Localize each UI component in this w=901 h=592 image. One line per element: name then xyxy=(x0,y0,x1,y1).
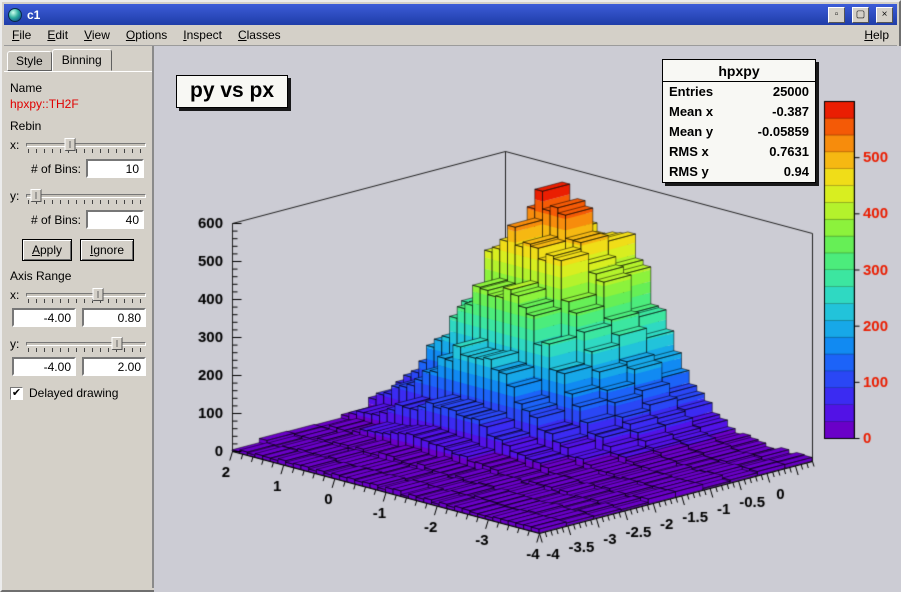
slider-rail xyxy=(26,342,146,346)
maximize-button[interactable]: ▢ xyxy=(852,7,869,23)
slider-ticks xyxy=(28,348,144,352)
editor-tabbar: Style Binning xyxy=(4,46,152,71)
axis-range-x-slider-thumb[interactable] xyxy=(93,288,104,301)
slider-rail xyxy=(26,194,146,198)
slider-rail xyxy=(26,143,146,147)
axis-range-x-min-input[interactable] xyxy=(12,308,76,327)
window-title: c1 xyxy=(27,8,821,22)
menu-file[interactable]: File xyxy=(4,25,39,45)
tab-style-label: Style xyxy=(16,54,43,68)
delayed-drawing-label: Delayed drawing xyxy=(29,386,118,400)
name-label: Name xyxy=(10,81,146,95)
rebin-x-bins-input[interactable] xyxy=(86,159,144,178)
editor-panel: Style Binning Name hpxpy::TH2F Rebin x: … xyxy=(4,46,154,588)
binning-tab-content: Name hpxpy::TH2F Rebin x: # of Bins: y: xyxy=(4,71,152,400)
tab-style[interactable]: Style xyxy=(7,51,52,71)
menu-inspect[interactable]: Inspect xyxy=(175,25,230,45)
delayed-drawing-checkbox[interactable]: ✔ xyxy=(10,387,23,400)
stats-row: Mean x-0.387 xyxy=(663,102,815,122)
stats-row: RMS x0.7631 xyxy=(663,142,815,162)
stats-box[interactable]: hpxpy Entries25000 Mean x-0.387 Mean y-0… xyxy=(662,59,816,183)
rebin-x-bins-label: # of Bins: xyxy=(31,162,81,176)
axis-range-y-max-input[interactable] xyxy=(82,357,146,376)
minimize-button[interactable]: ▫ xyxy=(828,7,845,23)
axis-range-x-slider[interactable] xyxy=(26,286,146,304)
close-button[interactable]: × xyxy=(876,7,893,23)
slider-ticks xyxy=(28,299,144,303)
menu-options[interactable]: Options xyxy=(118,25,175,45)
ignore-button[interactable]: Ignore xyxy=(80,239,134,261)
axis-range-x-label: x: xyxy=(10,288,22,302)
root-canvas-window: c1 ▫ ▢ × File Edit View Options Inspect … xyxy=(0,0,901,592)
rebin-y-slider[interactable] xyxy=(26,187,146,205)
axis-range-y-slider[interactable] xyxy=(26,335,146,353)
menu-help[interactable]: Help xyxy=(856,25,897,45)
app-icon xyxy=(8,8,22,22)
axis-range-y-min-input[interactable] xyxy=(12,357,76,376)
menu-view[interactable]: View xyxy=(76,25,118,45)
rebin-y-slider-thumb[interactable] xyxy=(30,189,41,202)
canvas-frame: py vs px hpxpy Entries25000 Mean x-0.387… xyxy=(154,46,897,588)
slider-rail xyxy=(26,293,146,297)
axis-range-y-slider-thumb[interactable] xyxy=(112,337,123,350)
axis-range-y-label: y: xyxy=(10,337,22,351)
axis-range-section-label: Axis Range xyxy=(10,269,146,283)
checkmark-icon: ✔ xyxy=(12,387,21,399)
rebin-y-bins-input[interactable] xyxy=(86,210,144,229)
stats-row: Entries25000 xyxy=(663,82,815,102)
histogram-title-pave[interactable]: py vs px xyxy=(176,75,288,108)
titlebar[interactable]: c1 ▫ ▢ × xyxy=(4,4,897,25)
slider-ticks xyxy=(28,200,144,204)
menubar: File Edit View Options Inspect Classes H… xyxy=(4,25,897,46)
axis-range-x-max-input[interactable] xyxy=(82,308,146,327)
object-name: hpxpy::TH2F xyxy=(10,97,146,111)
rebin-section-label: Rebin xyxy=(10,119,146,133)
tab-binning[interactable]: Binning xyxy=(52,49,112,71)
apply-button[interactable]: Apply xyxy=(22,239,72,261)
tab-binning-label: Binning xyxy=(62,53,102,67)
slider-ticks xyxy=(28,149,144,153)
rebin-x-slider-thumb[interactable] xyxy=(65,138,76,151)
menu-edit[interactable]: Edit xyxy=(39,25,76,45)
rebin-y-bins-label: # of Bins: xyxy=(31,213,81,227)
stats-row: RMS y0.94 xyxy=(663,162,815,182)
stats-row: Mean y-0.05859 xyxy=(663,122,815,142)
rebin-x-label: x: xyxy=(10,138,22,152)
stats-title: hpxpy xyxy=(663,60,815,82)
menu-classes[interactable]: Classes xyxy=(230,25,289,45)
rebin-y-label: y: xyxy=(10,189,22,203)
rebin-x-slider[interactable] xyxy=(26,136,146,154)
